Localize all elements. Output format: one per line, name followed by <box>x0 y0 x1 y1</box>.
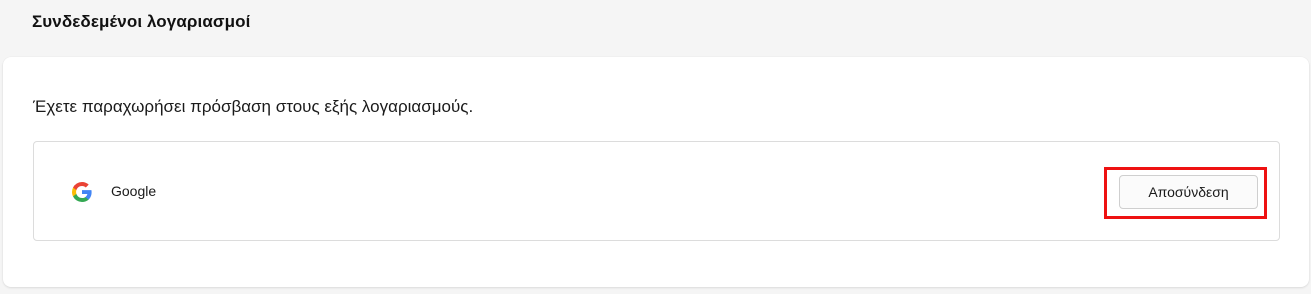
panel-description: Έχετε παραχωρήσει πρόσβαση στους εξής λο… <box>33 97 474 116</box>
disconnect-button[interactable]: Αποσύνδεση <box>1119 175 1258 209</box>
provider-name: Google <box>111 183 157 199</box>
google-logo-icon <box>70 180 94 204</box>
connected-accounts-panel: Έχετε παραχωρήσει πρόσβαση στους εξής λο… <box>3 57 1309 287</box>
account-row-google: Google Αποσύνδεση <box>33 141 1280 241</box>
section-title: Συνδεδεμένοι λογαριασμοί <box>32 12 251 31</box>
